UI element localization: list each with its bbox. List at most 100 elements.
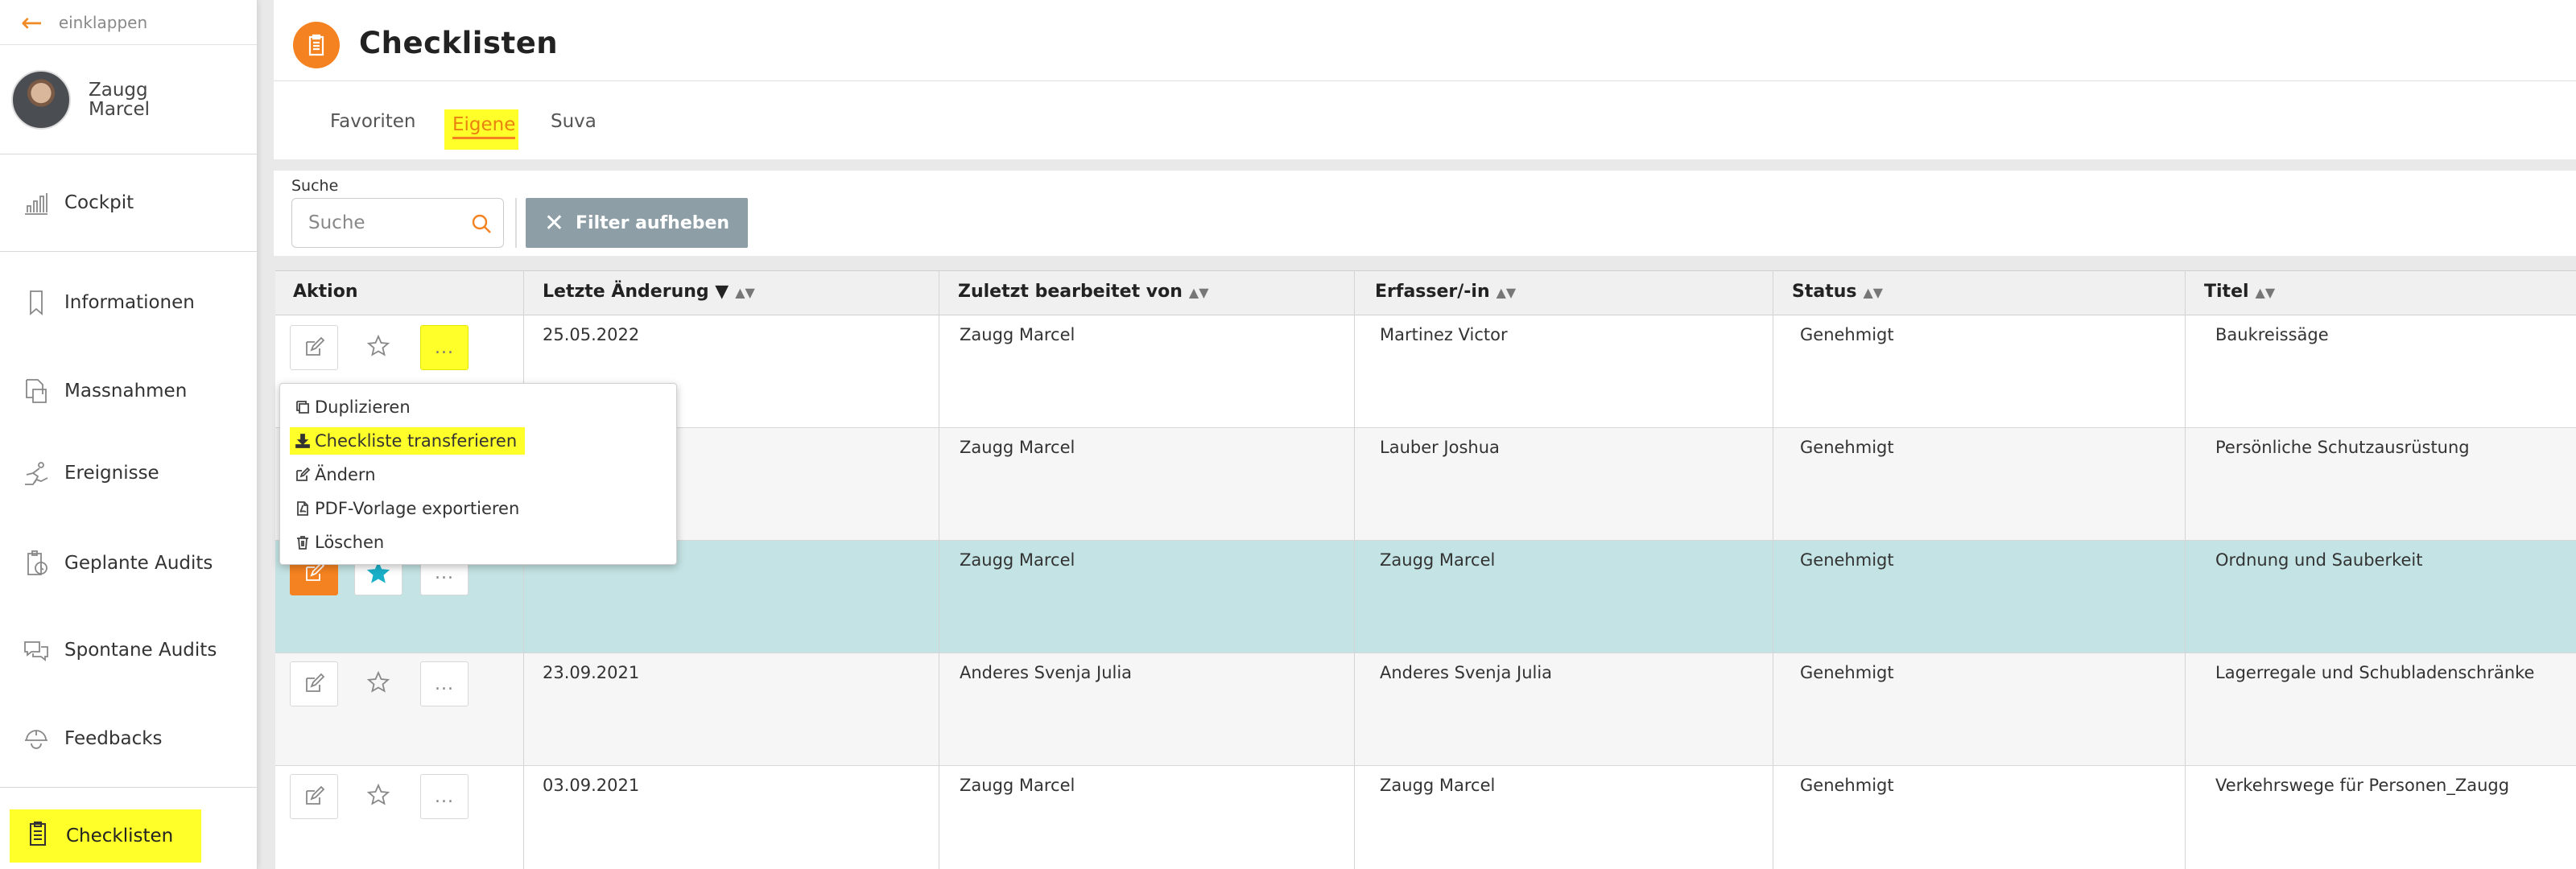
cell-date: 23.09.2021	[543, 663, 640, 682]
cell-edited-by: Zaugg Marcel	[960, 325, 1075, 344]
more-actions-button[interactable]: ...	[420, 325, 469, 370]
edit-icon	[306, 673, 325, 692]
column-header-status[interactable]: Status ▲▼	[1792, 282, 1883, 302]
cell-title: Persönliche Schutzausrüstung	[2215, 438, 2470, 457]
cell-edited-by: Zaugg Marcel	[960, 776, 1075, 795]
column-header-label: Letzte Änderung ▼	[543, 282, 729, 302]
favorite-button[interactable]	[354, 660, 402, 705]
menu-item-duplizieren[interactable]: Duplizieren	[290, 393, 415, 421]
cell-edited-by: Anderes Svenja Julia	[960, 663, 1133, 682]
menu-item-pdf-vorlage-exportieren[interactable]: PDF-Vorlage exportieren	[290, 495, 524, 522]
sidebar-item-ereignisse[interactable]: Ereignisse	[0, 449, 258, 497]
sort-icon: ▲▼	[1496, 285, 1517, 300]
favorite-button[interactable]	[354, 772, 402, 818]
user-name-line2: Marcel	[89, 98, 151, 120]
close-icon: ✕	[543, 208, 565, 237]
column-header-label: Zuletzt bearbeitet von	[958, 282, 1183, 302]
sidebar-item-feedbacks[interactable]: Feedbacks	[0, 715, 258, 763]
menu-item-aendern[interactable]: Ändern	[290, 461, 381, 488]
sort-icon: ▲▼	[1863, 285, 1884, 300]
edit-button[interactable]	[290, 325, 338, 370]
sidebar-item-label: Checklisten	[66, 826, 174, 846]
edit-button[interactable]	[290, 774, 338, 819]
sidebar-item-massnahmen[interactable]: Massnahmen	[0, 367, 258, 415]
header-divider	[274, 80, 2576, 81]
sidebar-item-label: Cockpit	[64, 192, 134, 213]
menu-item-label: PDF-Vorlage exportieren	[315, 499, 520, 518]
cell-author: Martinez Victor	[1380, 325, 1508, 344]
helmet-icon	[21, 723, 52, 754]
sidebar-item-cockpit[interactable]: Cockpit	[0, 179, 258, 227]
sort-icon: ▲▼	[735, 285, 755, 300]
menu-item-label: Ändern	[315, 465, 376, 484]
trash-icon	[297, 536, 308, 550]
sort-icon: ▲▼	[1188, 285, 1209, 300]
cell-author: Zaugg Marcel	[1380, 550, 1496, 570]
download-icon	[295, 434, 310, 448]
cell-title: Verkehrswege für Personen_Zaugg	[2215, 776, 2510, 795]
cell-title: Baukreissäge	[2215, 325, 2329, 344]
column-header-zuletzt-bearbeitet[interactable]: Zuletzt bearbeitet von ▲▼	[958, 282, 1209, 302]
cell-title: Ordnung und Sauberkeit	[2215, 550, 2423, 570]
more-actions-button[interactable]: ...	[420, 774, 469, 819]
column-header-erfasser[interactable]: Erfasser/-in ▲▼	[1375, 282, 1516, 302]
sidebar-item-label: Spontane Audits	[64, 640, 217, 661]
favorite-button[interactable]	[354, 323, 402, 369]
clipboard-icon	[24, 820, 66, 852]
tab-eigene[interactable]: Eigene	[444, 109, 518, 150]
tab-suva[interactable]: Suva	[551, 111, 597, 132]
sidebar-item-label: Massnahmen	[64, 381, 188, 402]
sort-icon: ▲▼	[2255, 285, 2276, 300]
edit-button[interactable]	[290, 661, 338, 706]
cell-edited-by: Zaugg Marcel	[960, 550, 1075, 570]
avatar	[11, 69, 71, 130]
divider	[515, 198, 517, 248]
tab-eigene-label: Eigene	[452, 114, 516, 139]
cell-status: Genehmigt	[1800, 550, 1894, 570]
collapse-label: einklappen	[58, 12, 148, 32]
bookmark-icon	[21, 287, 52, 318]
column-header-label: Titel	[2204, 282, 2249, 302]
actions-dropdown-menu: Duplizieren Checkliste transferieren Änd…	[279, 383, 677, 565]
search-icon[interactable]	[470, 212, 493, 235]
cell-edited-by: Zaugg Marcel	[960, 438, 1075, 457]
column-header-titel[interactable]: Titel ▲▼	[2204, 282, 2275, 302]
sidebar-item-geplante-audits[interactable]: Geplante Audits	[0, 539, 258, 587]
page-title: Checklisten	[359, 26, 559, 60]
chat-bubbles-icon	[21, 635, 52, 665]
menu-item-checkliste-transferieren[interactable]: Checkliste transferieren	[290, 427, 526, 455]
column-header-aktion: Aktion	[293, 282, 358, 302]
sidebar-item-informationen[interactable]: Informationen	[0, 278, 258, 327]
clipboard-icon	[293, 22, 340, 68]
edit-icon	[296, 467, 311, 481]
user-profile[interactable]: Zaugg Marcel	[0, 45, 257, 154]
copy-icon	[296, 401, 309, 414]
collapse-sidebar-button[interactable]: ← einklappen	[0, 0, 257, 45]
cell-date: 25.05.2022	[543, 325, 640, 344]
clock-clipboard-icon	[21, 548, 52, 579]
sidebar-item-label: Feedbacks	[64, 728, 163, 749]
cell-author: Lauber Joshua	[1380, 438, 1500, 457]
tab-favoriten[interactable]: Favoriten	[330, 111, 416, 132]
cell-author: Anderes Svenja Julia	[1380, 663, 1553, 682]
sidebar-item-spontane-audits[interactable]: Spontane Audits	[0, 626, 258, 674]
sidebar-item-label: Geplante Audits	[64, 553, 213, 574]
sidebar-item-checklisten[interactable]: Checklisten	[10, 809, 201, 863]
bar-chart-icon	[21, 187, 52, 218]
star-icon	[366, 783, 390, 805]
more-actions-button[interactable]: ...	[420, 661, 469, 706]
cell-title: Lagerregale und Schubladenschränke	[2215, 663, 2535, 682]
clear-filter-button[interactable]: ✕ Filter aufheben	[526, 198, 748, 248]
user-name-line1: Zaugg	[89, 79, 148, 101]
column-header-letzte-aenderung[interactable]: Letzte Änderung ▼ ▲▼	[543, 282, 755, 302]
fall-person-icon	[21, 458, 52, 488]
cell-status: Genehmigt	[1800, 438, 1894, 457]
menu-item-loeschen[interactable]: Löschen	[290, 529, 389, 556]
menu-item-label: Löschen	[315, 533, 385, 552]
search-label: Suche	[291, 177, 339, 195]
cell-status: Genehmigt	[1800, 776, 1894, 795]
menu-item-label: Duplizieren	[315, 397, 411, 417]
sidebar: ← einklappen Zaugg Marcel Cockpit Inform…	[0, 0, 258, 869]
menu-item-label: Checkliste transferieren	[315, 431, 518, 451]
edit-icon	[306, 785, 325, 805]
